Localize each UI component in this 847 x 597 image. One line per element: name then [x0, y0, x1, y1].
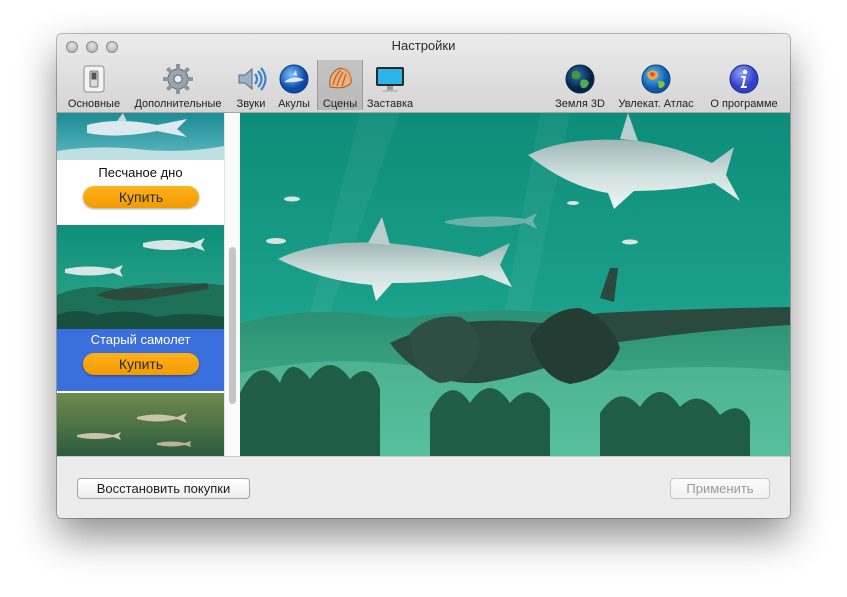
scene-thumbnail-sandy-bottom[interactable]: [57, 113, 224, 160]
toolbar-item-label: Увлекат. Атлас: [618, 98, 694, 110]
scenes-pane: Песчаное дно Купить Старый самолет Купит…: [57, 113, 790, 456]
toolbar-item-general[interactable]: Основные: [65, 60, 123, 110]
toolbar-item-atlas[interactable]: Увлекат. Атлас: [613, 60, 699, 110]
switch-icon: [83, 65, 105, 93]
atlas-globe-icon: [641, 64, 671, 94]
titlebar: Настройки Основные Дополнительные Звуки …: [57, 34, 790, 113]
toolbar-item-advanced[interactable]: Дополнительные: [130, 60, 226, 110]
info-icon: [729, 64, 759, 94]
buy-button-old-airplane[interactable]: Купить: [83, 353, 199, 375]
toolbar-item-label: Основные: [67, 98, 121, 110]
preferences-window: Настройки Основные Дополнительные Звуки …: [57, 34, 790, 518]
scene-list[interactable]: Песчаное дно Купить Старый самолет Купит…: [57, 113, 224, 456]
toolbar-item-earth-3d[interactable]: Земля 3D: [551, 60, 609, 110]
seashell-icon: [329, 67, 352, 89]
toolbar-item-label: Звуки: [236, 98, 266, 110]
toolbar-item-label: Сцены: [322, 98, 358, 110]
toolbar-item-label: О программе: [710, 98, 778, 110]
toolbar-item-scenes[interactable]: Сцены: [317, 60, 363, 110]
scene-thumbnail-reef[interactable]: [57, 393, 224, 456]
scene-name: Песчаное дно: [98, 165, 183, 180]
buy-button-sandy-bottom[interactable]: Купить: [83, 186, 199, 208]
restore-purchases-button[interactable]: Восстановить покупки: [77, 478, 250, 499]
toolbar-item-label: Дополнительные: [134, 98, 222, 110]
scene-preview-image: [240, 113, 790, 456]
monitor-icon: [376, 67, 404, 92]
toolbar-item-label: Земля 3D: [555, 98, 605, 110]
gear-icon: [163, 64, 193, 94]
apply-button[interactable]: Применить: [670, 478, 770, 499]
scrollbar-thumb[interactable]: [229, 247, 236, 404]
earth-icon: [565, 64, 595, 94]
window-title: Настройки: [391, 38, 456, 53]
toolbar-item-label: Акулы: [278, 98, 310, 110]
scene-preview: [240, 113, 790, 456]
scene-thumbnail-old-airplane[interactable]: [57, 225, 224, 329]
toolbar-item-screensaver[interactable]: Заставка: [365, 60, 415, 110]
toolbar-item-label: Заставка: [366, 98, 414, 110]
toolbar-item-sharks[interactable]: Акулы: [274, 60, 314, 110]
speaker-icon: [238, 67, 267, 91]
shark-globe-icon: [279, 64, 309, 94]
scene-list-scrollbar[interactable]: [224, 113, 240, 456]
footer-bar: Восстановить покупки Применить: [57, 456, 790, 518]
toolbar-item-sounds[interactable]: Звуки: [233, 60, 269, 110]
scene-name: Старый самолет: [90, 332, 191, 347]
toolbar-item-about[interactable]: О программе: [703, 60, 785, 110]
